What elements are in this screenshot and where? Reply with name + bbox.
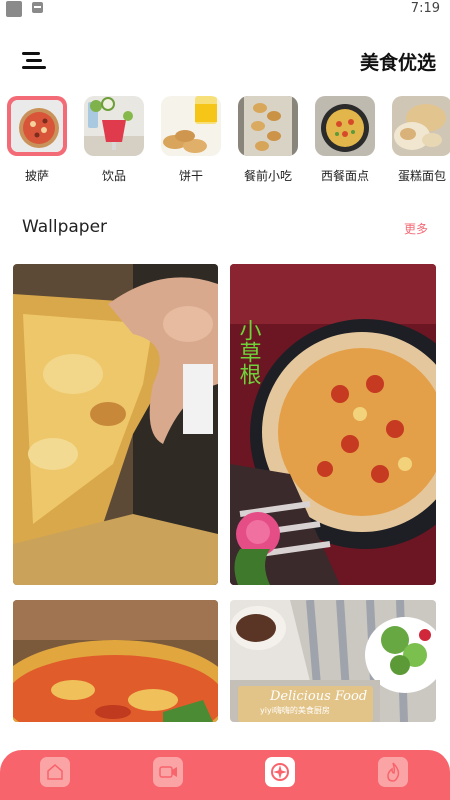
category-bar: 披萨 饮品 饼干 餐前小吃 西餐面点 蛋糕面包: [0, 96, 450, 188]
cookies-thumbnail: [161, 96, 221, 156]
more-link[interactable]: 更多: [404, 220, 428, 237]
appetizer-thumbnail: [238, 96, 298, 156]
section-title: Wallpaper: [22, 217, 108, 237]
status-time: 7:19: [410, 1, 440, 16]
category-label: 蛋糕面包: [397, 169, 446, 183]
category-drinks[interactable]: 饮品: [83, 96, 145, 184]
pizza-slice-image: [13, 264, 218, 585]
category-label: 披萨: [24, 169, 49, 183]
drinks-thumbnail: [84, 96, 144, 156]
app-notification-icon: [32, 2, 43, 13]
card-subcaption: yiyi嗨嗨的美食厨房: [260, 705, 330, 715]
status-bar: 7:19: [0, 0, 450, 20]
pizza-closeup-image: [13, 600, 218, 722]
app-title: 美食优选: [359, 52, 436, 74]
category-label: 饮品: [101, 169, 126, 183]
bottom-nav: [0, 750, 450, 800]
wallpaper-card-4[interactable]: Delicious Food yiyi嗨嗨的美食厨房: [230, 600, 436, 722]
notification-icon: [6, 1, 22, 17]
hot-icon[interactable]: [378, 757, 408, 787]
home-icon[interactable]: [40, 757, 70, 787]
wallpaper-card-1[interactable]: [13, 264, 218, 585]
card-caption: Delicious Food: [269, 689, 367, 704]
wallpaper-card-2[interactable]: 小草根: [230, 264, 436, 585]
card-caption: 小草根: [236, 319, 262, 385]
category-cookies[interactable]: 饼干: [160, 96, 222, 184]
discover-icon[interactable]: [265, 757, 295, 787]
category-western-pastry[interactable]: 西餐面点: [314, 96, 376, 184]
wallpaper-card-3[interactable]: [13, 600, 218, 722]
video-icon[interactable]: [153, 757, 183, 787]
menu-icon[interactable]: [20, 50, 48, 72]
category-appetizer[interactable]: 餐前小吃: [237, 96, 299, 184]
category-label: 饼干: [178, 169, 203, 183]
western-pastry-thumbnail: [315, 96, 375, 156]
pizza-pan-image: 小草根: [230, 264, 436, 585]
category-pizza[interactable]: 披萨: [6, 96, 68, 184]
category-label: 餐前小吃: [243, 169, 292, 183]
cake-bread-thumbnail: [392, 96, 450, 156]
category-cake-bread[interactable]: 蛋糕面包: [391, 96, 450, 184]
food-tray-image: Delicious Food yiyi嗨嗨的美食厨房: [230, 600, 436, 722]
pizza-thumbnail: [7, 96, 67, 156]
category-label: 西餐面点: [320, 169, 369, 183]
